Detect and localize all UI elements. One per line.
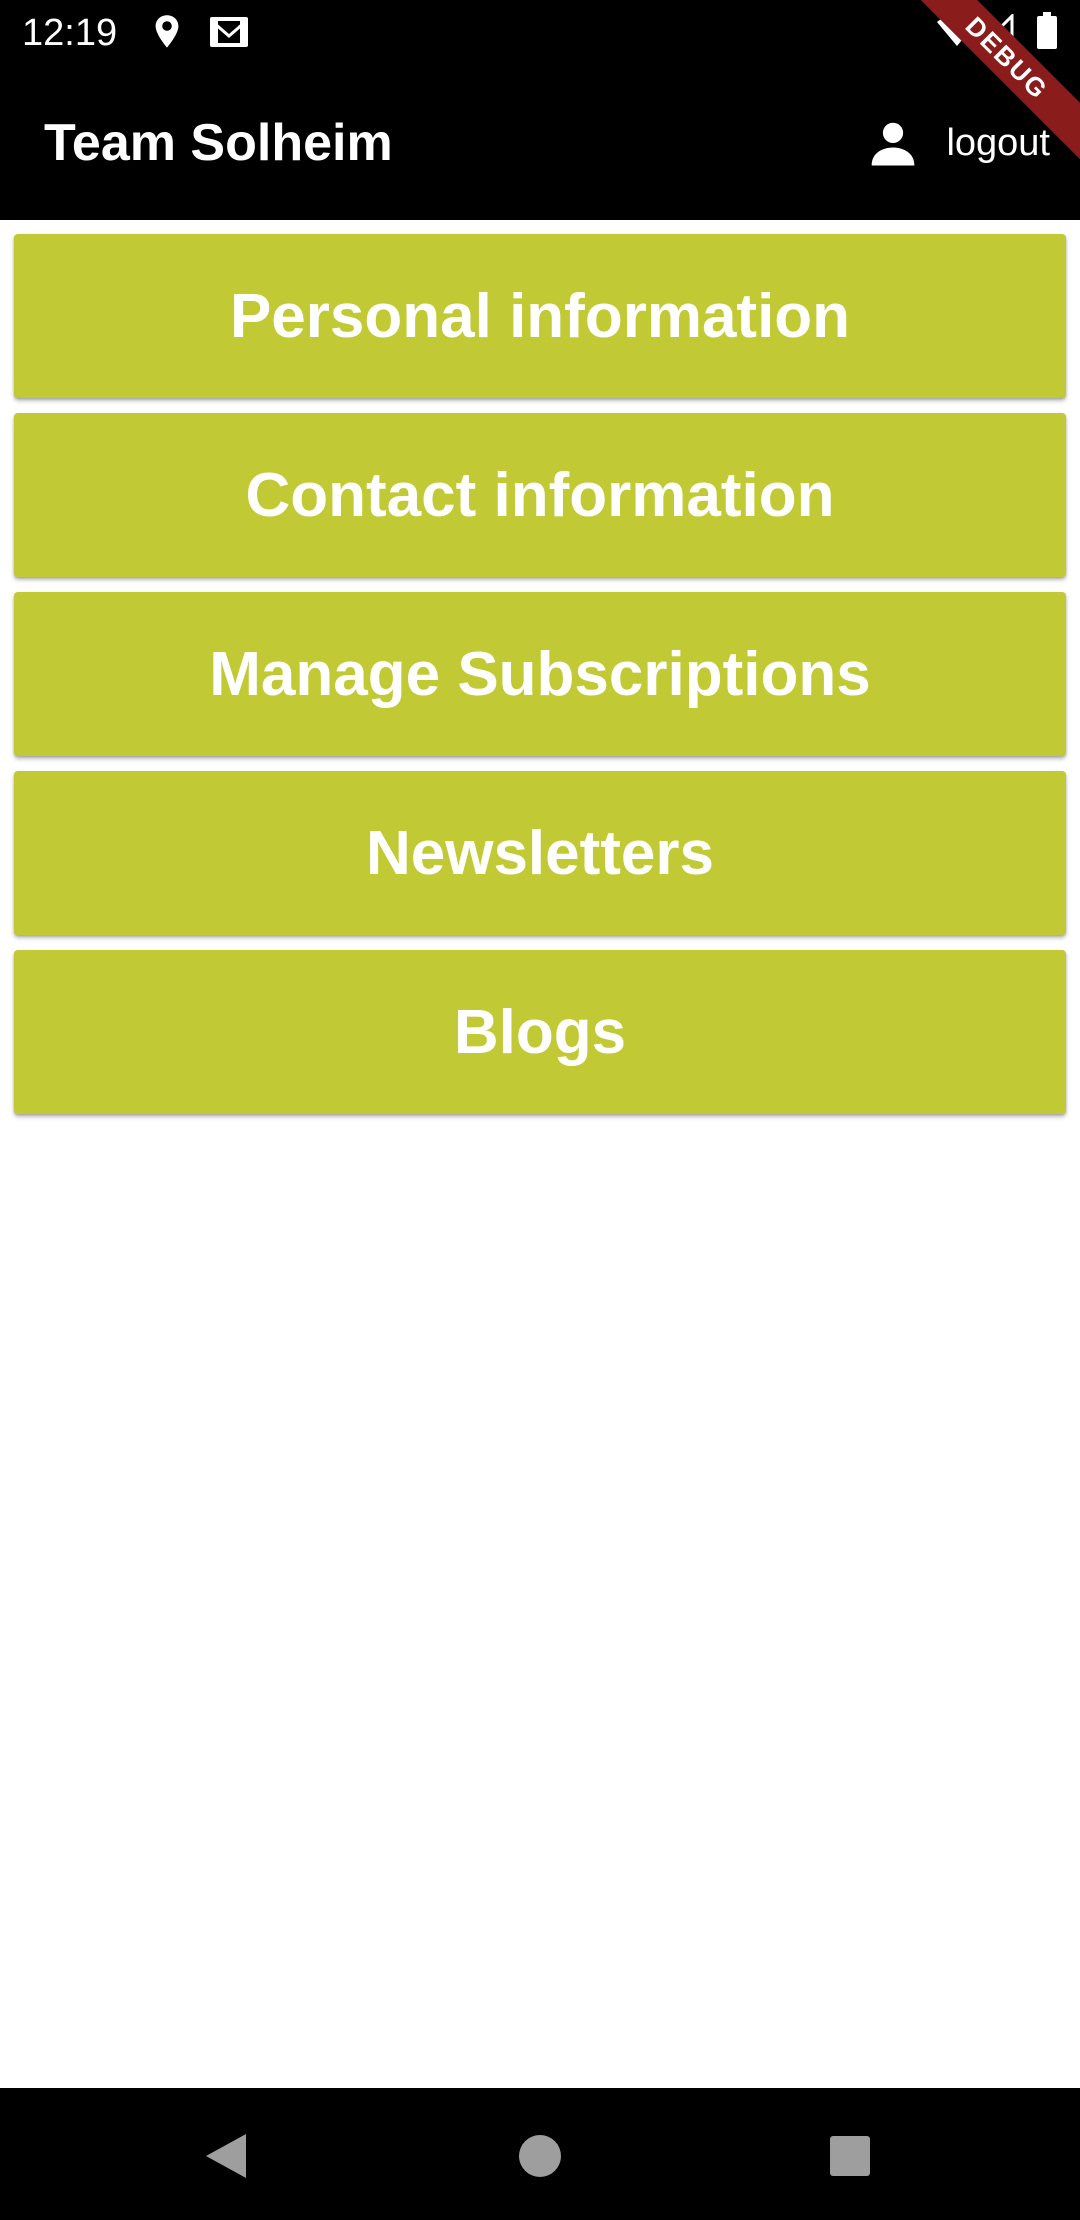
wifi-icon	[937, 15, 977, 46]
recents-icon[interactable]	[822, 2128, 878, 2184]
logout-label: logout	[946, 121, 1050, 164]
blogs-button[interactable]: Blogs	[14, 950, 1066, 1114]
newsletters-button[interactable]: Newsletters	[14, 771, 1066, 935]
personal-information-button[interactable]: Personal information	[14, 234, 1066, 398]
navigation-bar	[0, 2088, 1080, 2220]
menu-list: Personal information Contact information…	[14, 234, 1066, 1129]
location-icon	[155, 15, 179, 48]
logout-button[interactable]: logout	[866, 110, 1050, 176]
app-bar: Team Solheim logout	[0, 66, 1080, 220]
back-icon[interactable]	[198, 2128, 254, 2184]
signal-icon	[980, 14, 1014, 48]
manage-subscriptions-button[interactable]: Manage Subscriptions	[14, 592, 1066, 756]
home-icon[interactable]	[512, 2128, 568, 2184]
status-time: 12:19	[22, 12, 118, 54]
battery-icon	[1037, 12, 1057, 49]
gmail-icon	[210, 17, 248, 47]
status-bar: 12:19	[0, 0, 1080, 66]
person-icon	[872, 122, 915, 166]
screen: 12:19 Team Solheim logout DEBUG Personal…	[0, 0, 1080, 2220]
app-title: Team Solheim	[44, 114, 393, 172]
contact-information-button[interactable]: Contact information	[14, 413, 1066, 577]
